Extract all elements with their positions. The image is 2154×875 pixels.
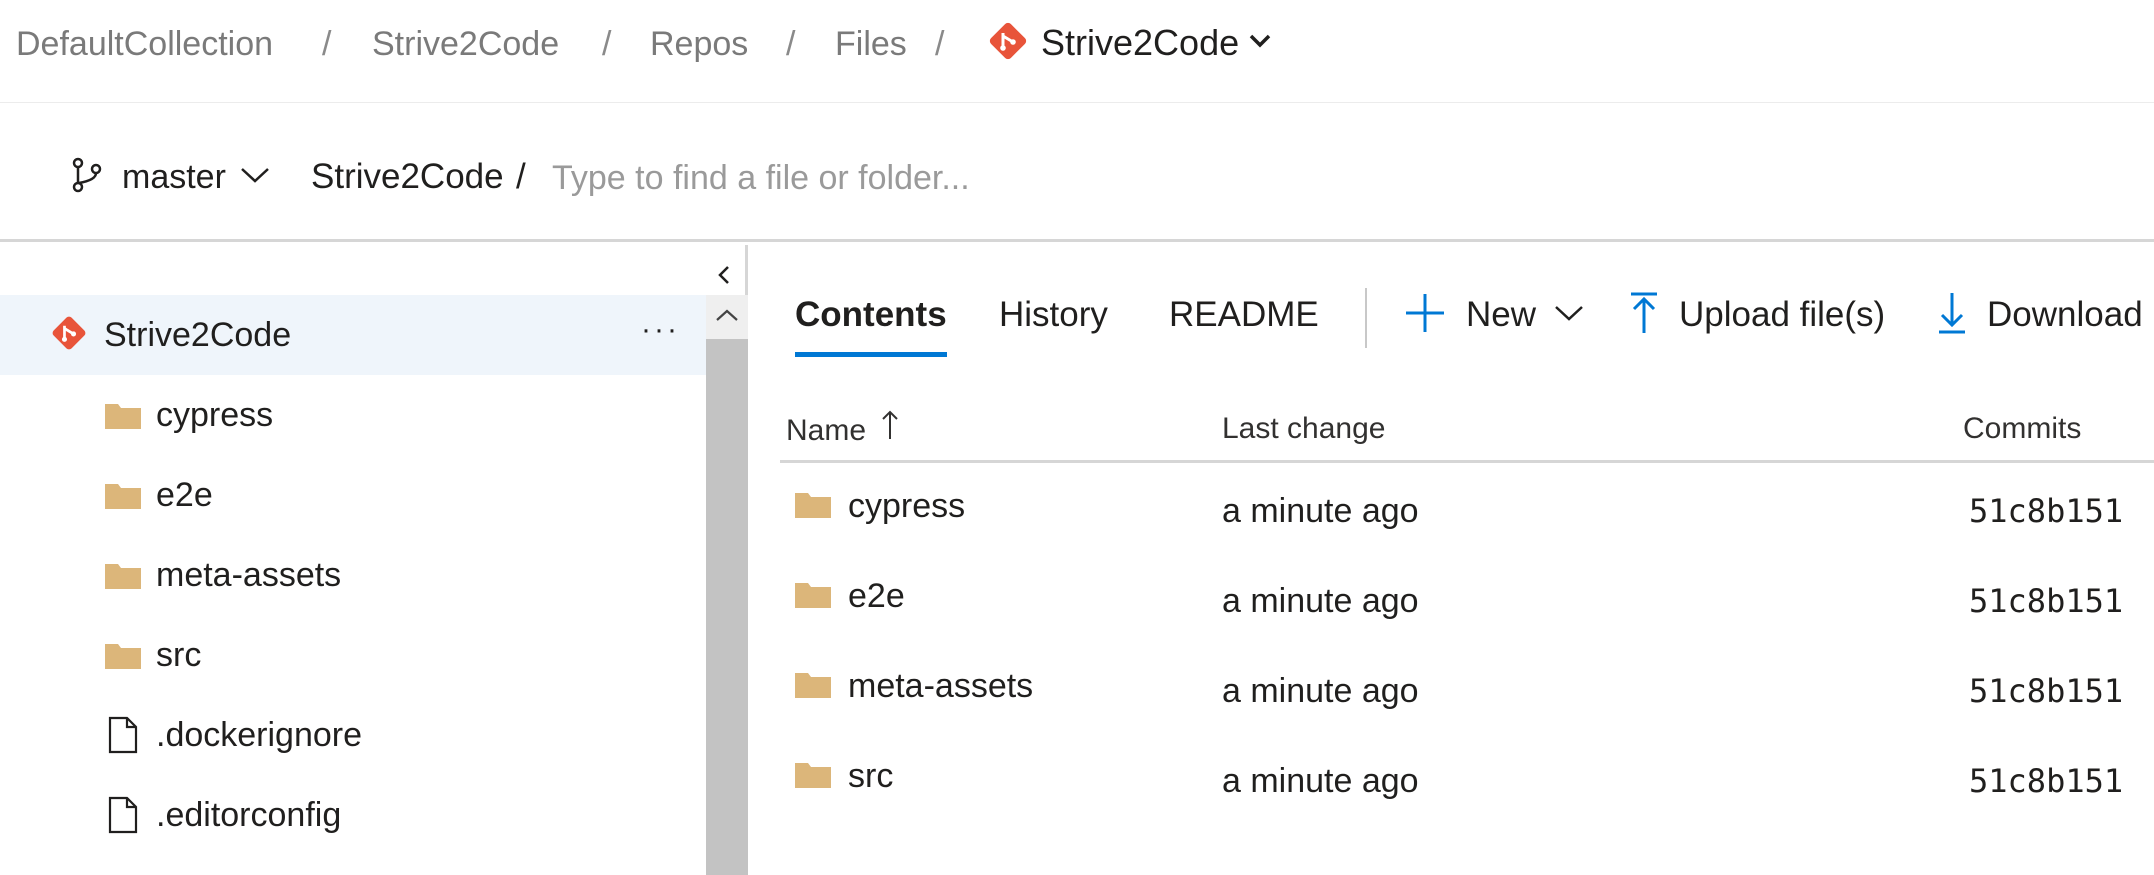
file-icon	[104, 716, 142, 754]
table-header: Name Last change Commits	[780, 395, 2154, 463]
scroll-up-button[interactable]	[706, 295, 748, 339]
file-search-input[interactable]	[552, 156, 1352, 200]
tab-label: Contents	[795, 295, 947, 334]
last-change-text: a minute ago	[1222, 672, 1419, 710]
tab-label: README	[1169, 295, 1319, 334]
new-button[interactable]: New	[1404, 285, 1584, 345]
column-label: Name	[786, 413, 867, 447]
name-cell: cypress	[794, 487, 965, 526]
chevron-up-icon	[715, 308, 739, 327]
sort-ascending-icon	[880, 409, 900, 452]
chevron-down-icon	[1249, 34, 1271, 53]
column-header-last-change[interactable]: Last change	[1222, 409, 1385, 449]
chevron-down-icon	[1554, 304, 1584, 327]
upload-label: Upload file(s)	[1679, 295, 1886, 334]
path-root[interactable]: Strive2Code	[311, 152, 504, 202]
name-cell: e2e	[794, 577, 905, 616]
download-button[interactable]: Download	[1937, 285, 2143, 345]
tree-scrollbar[interactable]	[706, 295, 748, 875]
breadcrumb-files[interactable]: Files	[835, 22, 907, 66]
column-header-commits[interactable]: Commits	[1963, 409, 2081, 449]
last-change-text: a minute ago	[1222, 762, 1419, 800]
upload-icon	[1629, 291, 1659, 340]
file-name-link[interactable]: e2e	[848, 577, 905, 616]
more-actions-icon[interactable]: ···	[641, 313, 680, 347]
chevron-left-icon	[717, 264, 731, 291]
download-icon	[1937, 291, 1967, 340]
toolbar-divider	[1365, 288, 1367, 348]
file-list-pane: Contents History README New Upload file(…	[752, 245, 2154, 875]
breadcrumb-repos[interactable]: Repos	[650, 22, 748, 66]
file-name-link[interactable]: src	[848, 757, 893, 796]
name-cell: src	[794, 757, 893, 796]
folder-icon	[104, 480, 142, 510]
tree-item-label: meta-assets	[156, 555, 342, 594]
file-tree: Strive2Code ··· cypress e2e meta-assets …	[0, 245, 748, 875]
upload-files-button[interactable]: Upload file(s)	[1629, 285, 1885, 345]
branch-icon	[70, 156, 104, 199]
name-cell: meta-assets	[794, 667, 1033, 706]
breadcrumb-separator: /	[602, 25, 612, 63]
folder-icon	[104, 400, 142, 430]
last-change-text: a minute ago	[1222, 492, 1419, 530]
file-name-link[interactable]: meta-assets	[848, 667, 1033, 706]
tree-root-label: Strive2Code	[104, 315, 292, 354]
breadcrumb-separator: /	[786, 25, 796, 63]
commit-link[interactable]: 51c8b151	[1969, 579, 2123, 623]
git-repo-icon	[50, 314, 88, 357]
chevron-down-icon	[240, 166, 270, 189]
tree-item-src[interactable]: src	[0, 615, 706, 695]
commit-link[interactable]: 51c8b151	[1969, 669, 2123, 713]
download-label: Download	[1987, 295, 2143, 334]
repo-selector[interactable]: Strive2Code	[987, 18, 1271, 68]
path-separator: /	[516, 157, 526, 196]
folder-icon	[794, 669, 832, 704]
current-repo-name: Strive2Code	[1041, 22, 1240, 63]
table-row[interactable]: cypress a minute ago 51c8b151	[780, 465, 2154, 555]
tree-item-editorconfig[interactable]: .editorconfig	[0, 775, 706, 855]
tree-item-label: src	[156, 635, 202, 674]
folder-icon	[794, 489, 832, 524]
commit-link[interactable]: 51c8b151	[1969, 759, 2123, 803]
tree-item-label: cypress	[156, 395, 274, 434]
table-row[interactable]: src a minute ago 51c8b151	[780, 735, 2154, 825]
collapse-tree-button[interactable]	[706, 259, 742, 295]
tree-item-label: .dockerignore	[156, 715, 363, 754]
tree-item-meta-assets[interactable]: meta-assets	[0, 535, 706, 615]
breadcrumb-separator: /	[322, 25, 332, 63]
tree-item-e2e[interactable]: e2e	[0, 455, 706, 535]
plus-icon	[1404, 292, 1446, 339]
last-change-text: a minute ago	[1222, 582, 1419, 620]
breadcrumb-collection[interactable]: DefaultCollection	[16, 22, 273, 66]
tab-label: History	[999, 295, 1108, 334]
folder-icon	[794, 579, 832, 614]
path-bar: master Strive2Code /	[0, 104, 2154, 242]
table-row[interactable]: e2e a minute ago 51c8b151	[780, 555, 2154, 645]
column-header-name[interactable]: Name	[786, 409, 900, 452]
folder-icon	[104, 640, 142, 670]
tree-item-label: e2e	[156, 475, 213, 514]
active-tab-indicator	[795, 352, 947, 357]
new-label: New	[1466, 295, 1537, 334]
table-row[interactable]: meta-assets a minute ago 51c8b151	[780, 645, 2154, 735]
breadcrumb-project[interactable]: Strive2Code	[372, 22, 559, 66]
tab-readme[interactable]: README	[1169, 285, 1319, 365]
breadcrumb: DefaultCollection / Strive2Code / Repos …	[0, 0, 2154, 103]
folder-icon	[794, 759, 832, 794]
tree-item-root[interactable]: Strive2Code ···	[0, 295, 706, 375]
tree-item-dockerignore[interactable]: .dockerignore	[0, 695, 706, 775]
tree-item-cypress[interactable]: cypress	[0, 375, 706, 455]
commit-link[interactable]: 51c8b151	[1969, 489, 2123, 533]
breadcrumb-separator: /	[935, 25, 945, 63]
tab-contents[interactable]: Contents	[795, 285, 947, 365]
file-name-link[interactable]: cypress	[848, 487, 965, 526]
tree-item-label: .editorconfig	[156, 795, 342, 834]
git-repo-icon	[987, 20, 1029, 67]
branch-name: master	[122, 157, 226, 196]
tab-history[interactable]: History	[999, 285, 1108, 365]
folder-icon	[104, 560, 142, 590]
file-icon	[104, 796, 142, 834]
branch-selector[interactable]: master	[70, 152, 270, 202]
